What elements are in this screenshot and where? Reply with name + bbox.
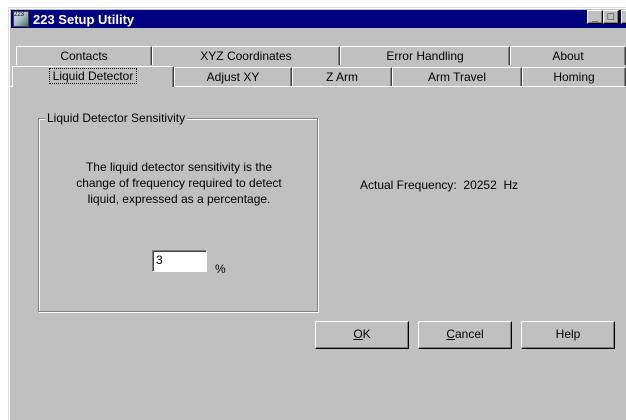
frequency-value: 20252 (463, 178, 497, 192)
tab-xyz-coordinates[interactable]: XYZ Coordinates (152, 46, 340, 65)
tab-homing[interactable]: Homing (522, 67, 626, 86)
tab-label: Contacts (60, 49, 108, 63)
tab-contacts[interactable]: Contacts (16, 46, 152, 65)
frequency-label: Actual Frequency: (360, 178, 457, 192)
sensitivity-input[interactable]: 3 (152, 250, 207, 272)
description-line: The liquid detector sensitivity is the (85, 160, 273, 174)
cancel-button[interactable]: Cancel (418, 321, 512, 349)
sensitivity-groupbox (38, 118, 318, 312)
tab-label: XYZ Coordinates (200, 49, 292, 63)
app-icon-label: 223 (14, 12, 25, 18)
cancel-label: ancel (454, 327, 484, 341)
help-label: Help (555, 327, 581, 341)
sensitivity-description: The liquid detector sensitivity is the c… (44, 159, 314, 207)
app-icon[interactable]: 223 (13, 11, 29, 27)
tab-arm-travel[interactable]: Arm Travel (392, 67, 522, 86)
window-title: 223 Setup Utility (33, 12, 135, 27)
frequency-unit: Hz (503, 178, 519, 192)
tab-label: Liquid Detector (48, 68, 138, 84)
tab-label: Adjust XY (206, 70, 260, 84)
ok-label: K (362, 327, 371, 341)
tab-error-handling[interactable]: Error Handling (340, 46, 510, 65)
percent-unit-label: % (215, 262, 226, 276)
tab-label: Z Arm (326, 70, 358, 84)
description-line: change of frequency required to detect (76, 176, 282, 190)
tab-label: About (552, 49, 584, 63)
tab-label: Error Handling (386, 49, 464, 63)
tab-z-arm[interactable]: Z Arm (292, 67, 392, 86)
actual-frequency-readout: Actual Frequency: 20252 Hz (360, 178, 518, 192)
groupbox-title: Liquid Detector Sensitivity (45, 111, 188, 125)
help-button[interactable]: Help (521, 321, 615, 349)
cancel-mnemonic: C (446, 327, 455, 341)
tab-about[interactable]: About (510, 46, 626, 65)
tab-label: Homing (553, 70, 595, 84)
ok-mnemonic: O (353, 327, 363, 341)
tab-liquid-detector[interactable]: Liquid Detector (12, 66, 174, 87)
description-line: liquid, expressed as a percentage. (87, 192, 271, 206)
title-bar[interactable]: 223 223 Setup Utility (11, 10, 626, 28)
minimize-button[interactable]: _ (587, 10, 603, 24)
tab-adjust-xy[interactable]: Adjust XY (174, 67, 292, 86)
maximize-button[interactable]: □ (603, 10, 619, 24)
close-button[interactable]: × (621, 10, 626, 24)
tab-label: Arm Travel (427, 70, 486, 84)
ok-button[interactable]: OK (315, 321, 409, 349)
